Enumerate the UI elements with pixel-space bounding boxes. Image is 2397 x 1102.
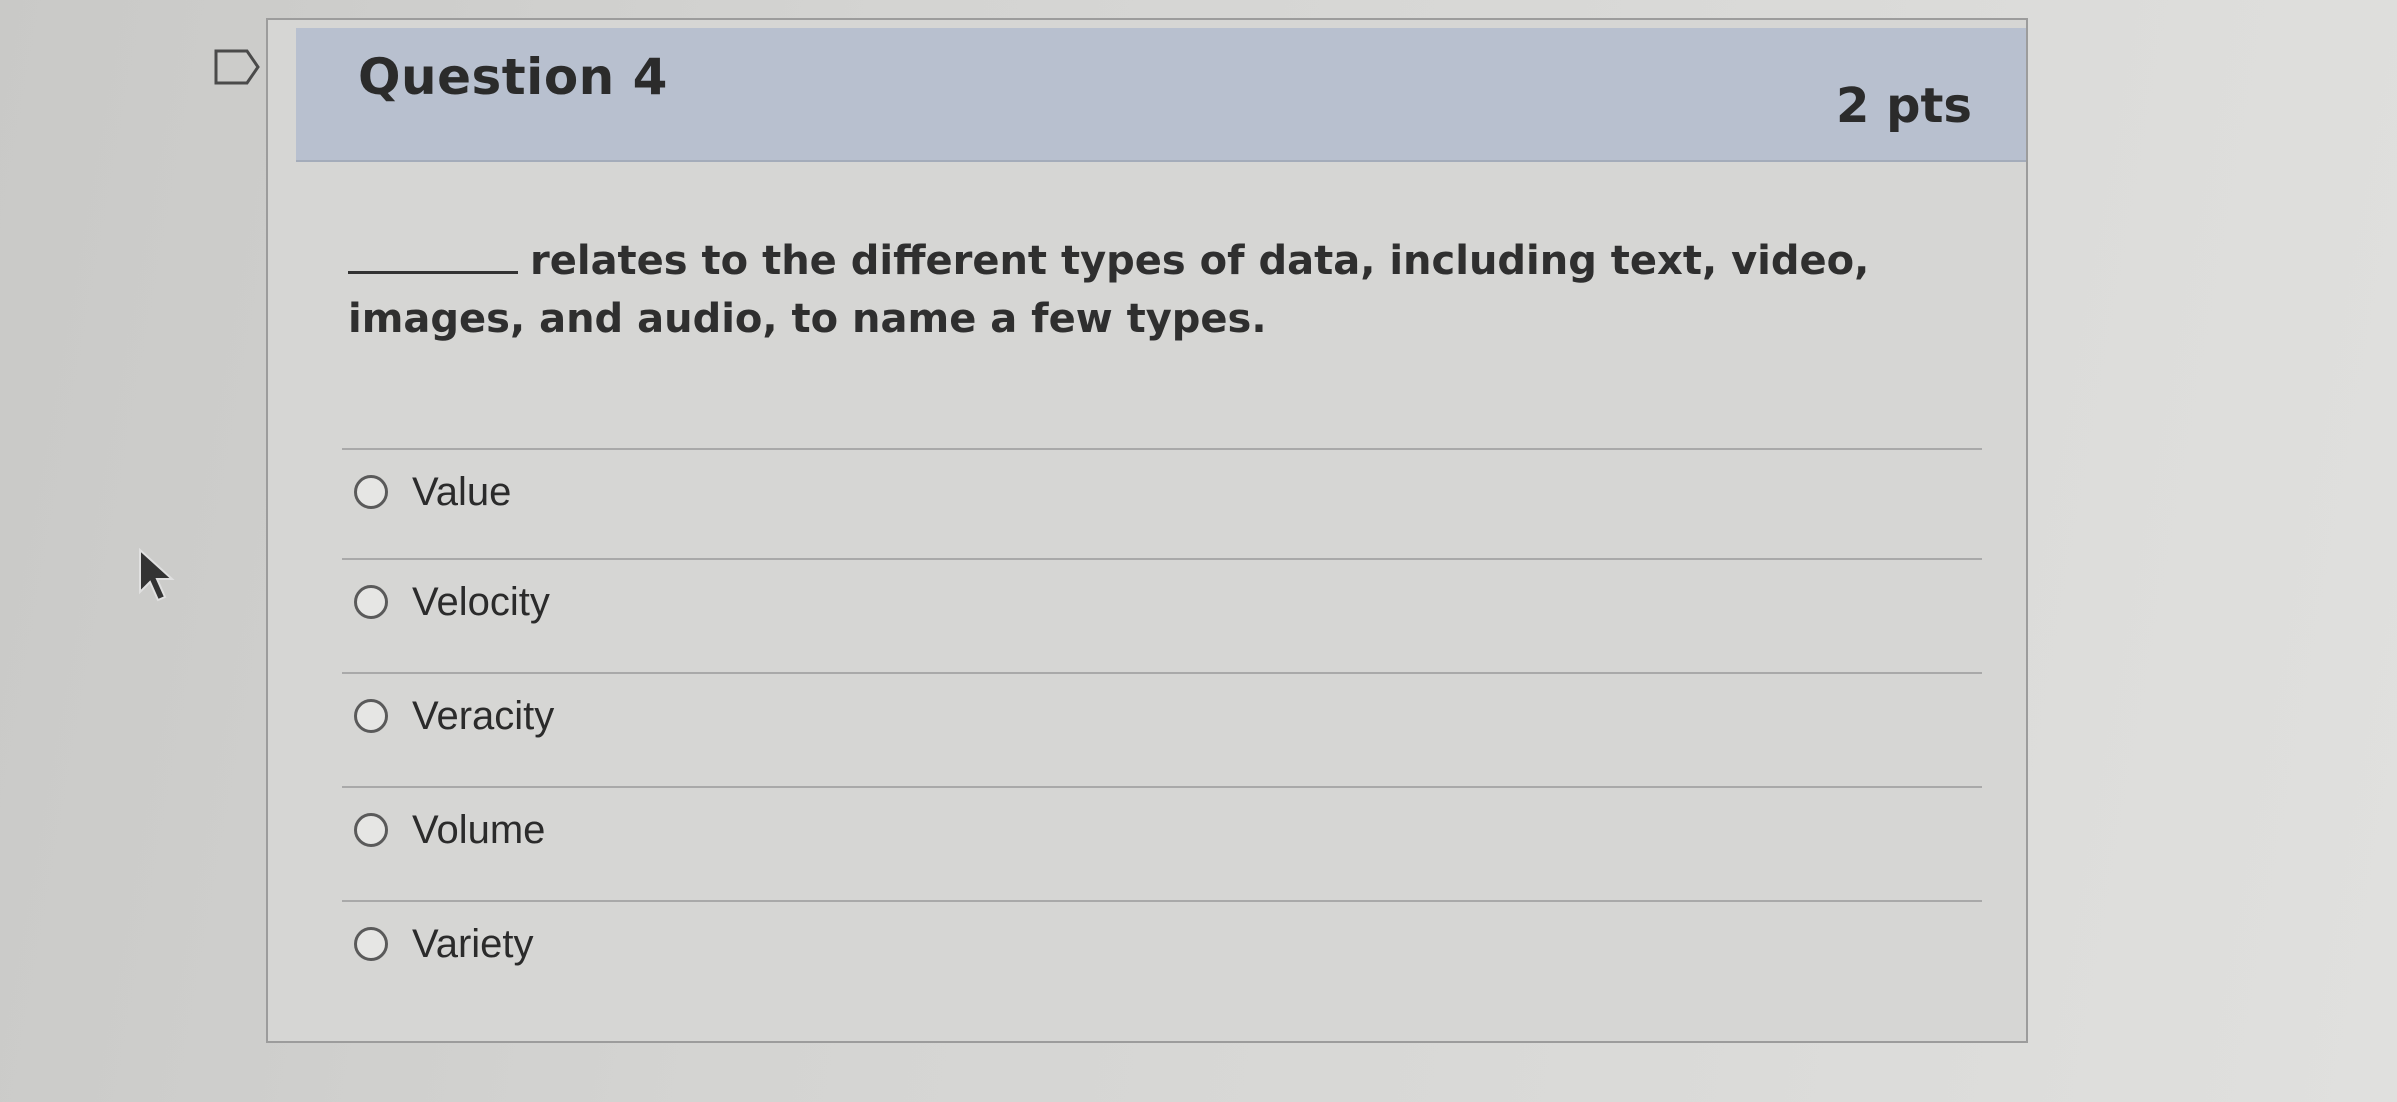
question-title: Question 4 [358,48,668,106]
answer-option-variety[interactable]: Variety [354,904,534,984]
answer-label: Veracity [412,693,555,738]
question-header: Question 4 2 pts [296,28,2026,162]
answer-divider [342,786,1982,788]
question-text: relates to the different types of data, … [348,232,1968,348]
question-points: 2 pts [1836,78,1972,134]
answer-label: Value [412,469,512,514]
question-text-body: relates to the different types of data, … [348,238,1870,342]
question-card: Question 4 2 pts relates to the differen… [266,18,2028,1043]
answer-label: Velocity [412,579,550,624]
answer-option-volume[interactable]: Volume [354,790,545,870]
answer-divider [342,448,1982,450]
answer-divider [342,558,1982,560]
answer-divider [342,900,1982,902]
fill-in-blank [348,270,518,274]
answer-divider [342,672,1982,674]
radio-button[interactable] [354,585,388,619]
radio-button[interactable] [354,927,388,961]
answer-option-velocity[interactable]: Velocity [354,562,550,642]
answer-label: Volume [412,807,546,852]
radio-button[interactable] [354,699,388,733]
flag-question-icon[interactable] [213,48,261,86]
answer-option-veracity[interactable]: Veracity [354,676,554,756]
radio-button[interactable] [354,813,388,847]
answer-label: Variety [412,921,534,966]
answer-option-value[interactable]: Value [354,452,511,532]
quiz-page: Question 4 2 pts relates to the differen… [0,0,2397,1102]
mouse-pointer-icon [136,548,182,604]
radio-button[interactable] [354,475,388,509]
